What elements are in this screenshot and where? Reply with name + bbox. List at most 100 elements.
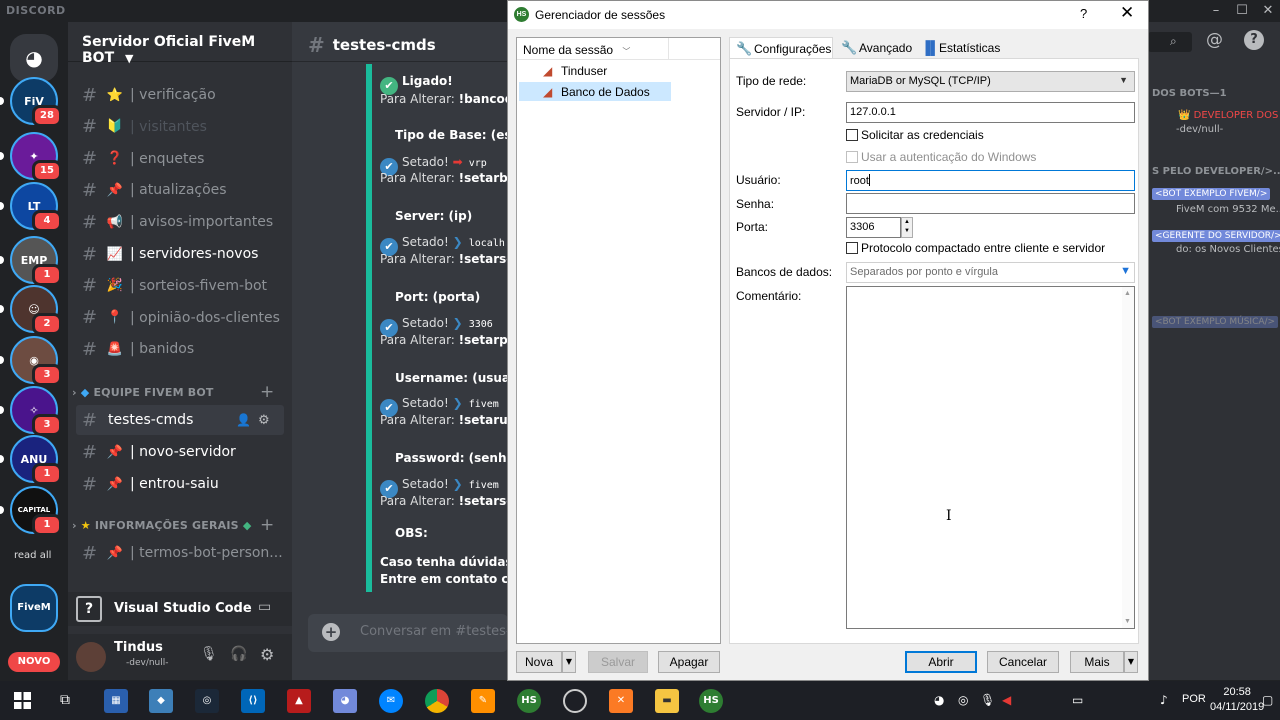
member-entry[interactable]: <BOT EXEMPLO FIVEM/> — [1152, 188, 1271, 200]
close-icon[interactable]: ✕ — [1258, 1, 1278, 21]
messenger-icon[interactable]: ✉ — [379, 689, 403, 713]
add-channel-icon[interactable]: + — [260, 515, 274, 535]
new-badge[interactable]: NOVO — [8, 652, 60, 672]
tab-advanced[interactable]: 🔧 Avançado — [835, 37, 918, 59]
open-button[interactable]: Abrir — [905, 651, 977, 673]
server-icon-server-4[interactable]: EMP 1 — [10, 236, 62, 286]
windows-auth-checkbox[interactable]: Usar a autenticação do Windows — [846, 150, 1036, 166]
windows-start-icon[interactable] — [14, 692, 31, 709]
server-icon-server-5[interactable]: ☺ 2 — [10, 285, 62, 335]
member-entry[interactable]: -dev/null- — [1176, 124, 1223, 135]
category-team[interactable]: › ◆ EQUIPE FIVEM BOT + — [72, 382, 274, 402]
help-button[interactable]: ? — [1080, 6, 1087, 21]
tab-settings[interactable]: 🔧 Configurações — [729, 37, 833, 59]
tree-header[interactable]: Nome da sessão ﹀ — [517, 38, 720, 60]
help-icon[interactable]: ? — [1244, 30, 1264, 50]
prompt-credentials-checkbox[interactable]: Solicitar as credenciais — [846, 128, 984, 144]
channel-item[interactable]: # 🚨 | banidos — [76, 334, 284, 364]
member-entry[interactable]: <BOT EXEMPLO MÚSICA/> — [1152, 316, 1279, 328]
message-input[interactable]: + Conversar em #testes- — [308, 614, 508, 652]
invite-icon[interactable]: 👤 — [236, 413, 251, 427]
password-input[interactable] — [846, 193, 1135, 214]
app-icon-orange[interactable]: ✎ — [471, 689, 495, 713]
more-button[interactable]: Mais — [1070, 651, 1124, 673]
gear-icon[interactable]: ⚙ — [260, 645, 274, 664]
member-entry[interactable]: FiveM com 9532 Me... — [1176, 204, 1280, 215]
vscode-icon[interactable]: ⟨⟩ — [241, 689, 265, 713]
channel-item[interactable]: # ❓ | enquetes — [76, 144, 284, 174]
task-view-icon[interactable]: ⧉ — [60, 692, 70, 708]
port-spinner[interactable]: ▲ ▼ — [901, 217, 913, 238]
tray-mic-icon[interactable]: 🎙 — [980, 693, 995, 707]
app-icon-explorer-alt[interactable]: ▦ — [104, 689, 128, 713]
server-icon-server-2[interactable]: ✦ 15 — [10, 132, 62, 182]
cancel-button[interactable]: Cancelar — [987, 651, 1059, 673]
add-channel-icon[interactable]: + — [260, 382, 274, 402]
server-icon-server-8[interactable]: ANU 1 — [10, 435, 62, 485]
save-button[interactable]: Salvar — [588, 651, 648, 673]
add-attachment-icon[interactable]: + — [322, 623, 340, 641]
server-icon-fivem-bot[interactable]: FiV 28 — [10, 77, 62, 127]
folder-icon[interactable]: ▬ — [655, 689, 679, 713]
server-ip-input[interactable]: 127.0.0.1 — [846, 102, 1135, 123]
member-entry[interactable]: S PELO DEVELOPER/>... — [1152, 166, 1280, 177]
chevron-down-icon[interactable]: ▼ — [1120, 265, 1131, 277]
tray-volume-icon[interactable]: ◀ — [1002, 693, 1011, 707]
member-entry[interactable]: do: os Novos Clientes ... — [1176, 244, 1280, 255]
databases-input[interactable]: Separados por ponto e vírgula ▼ — [846, 262, 1135, 283]
close-button[interactable]: ✕ — [1120, 3, 1134, 23]
channel-item[interactable]: # 📌 | entrou-saiu — [76, 469, 284, 499]
delete-button[interactable]: Apagar — [658, 651, 720, 673]
channel-item[interactable]: # 📈 | servidores-novos — [76, 239, 284, 269]
read-all-button[interactable]: read all — [14, 550, 51, 561]
clock[interactable]: 20:58 04/11/2019 — [1210, 685, 1264, 715]
app-icon-circle[interactable] — [563, 689, 587, 713]
maximize-icon[interactable]: ☐ — [1232, 1, 1252, 21]
more-dropdown-icon[interactable]: ▼ — [1124, 651, 1138, 673]
server-icon-server-7[interactable]: ✧ 3 — [10, 386, 62, 436]
microphone-icon[interactable]: 🎙 — [200, 646, 218, 662]
compressed-protocol-checkbox[interactable]: Protocolo compactado entre cliente e ser… — [846, 241, 1105, 257]
server-icon-server-6[interactable]: ◉ 3 — [10, 336, 62, 386]
session-item[interactable]: ◢ Tinduser — [519, 61, 671, 80]
new-button[interactable]: Nova — [516, 651, 562, 673]
server-icon-server-3[interactable]: LT 4 — [10, 182, 62, 232]
server-icon-home[interactable]: ◕ — [10, 34, 58, 82]
channel-item[interactable]: # 🔰 | visitantes — [76, 112, 284, 142]
member-entry[interactable]: <GERENTE DO SERVIDOR/> — [1152, 230, 1280, 242]
channel-item[interactable]: # 🎉 | sorteios-fivem-bot — [76, 271, 284, 301]
channel-item[interactable]: # ⭐ | verificação — [76, 80, 284, 110]
minimize-icon[interactable]: – — [1206, 1, 1226, 21]
language-indicator[interactable]: POR — [1182, 693, 1206, 705]
heidisql-icon[interactable]: HS — [517, 689, 541, 713]
tab-statistics[interactable]: ▐▌ Estatísticas — [915, 37, 1006, 59]
notification-icon[interactable]: ▢ — [1262, 693, 1273, 707]
tray-discord-icon[interactable]: ◕ — [934, 693, 944, 707]
channel-item[interactable]: # 📌 | atualizações — [76, 175, 284, 205]
discord-icon[interactable]: ◕ — [333, 689, 357, 713]
channel-item[interactable]: # 📢 | avisos-importantes — [76, 207, 284, 237]
headphones-icon[interactable]: 🎧 — [230, 646, 247, 662]
app-icon-red[interactable]: ▲ — [287, 689, 311, 713]
network-type-select[interactable]: MariaDB or MySQL (TCP/IP) ▼ — [846, 71, 1135, 92]
session-item[interactable]: ◢ Banco de Dados — [519, 82, 671, 101]
server-icon-server-9[interactable]: CAPITAL 1 — [10, 486, 62, 536]
channel-item[interactable]: # 📌 | novo-servidor — [76, 437, 284, 467]
member-entry[interactable]: DOS BOTS—1 — [1152, 88, 1227, 99]
gear-icon[interactable]: ⚙ — [258, 413, 270, 428]
tray-network-icon[interactable]: ▭ — [1072, 693, 1083, 707]
user-input[interactable]: root — [846, 170, 1135, 191]
avatar[interactable] — [76, 642, 106, 672]
port-input[interactable]: 3306 — [846, 217, 901, 238]
tray-steam-icon[interactable]: ◎ — [958, 693, 968, 707]
steam-icon[interactable]: ◎ — [195, 689, 219, 713]
category-info[interactable]: › ★ INFORMAÇÕES GERAIS ◆ + — [72, 515, 274, 535]
scrollbar[interactable]: ▲ ▼ — [1122, 287, 1134, 628]
channel-item[interactable]: # testes-cmds 👤 ⚙ — [76, 405, 284, 435]
channel-item[interactable]: # 📌 | termos-bot-person... — [76, 538, 284, 568]
comment-textarea[interactable]: ▲ ▼ — [846, 286, 1135, 629]
member-entry[interactable]: 👑 DEVELOPER DOS B — [1178, 110, 1280, 121]
tray-speaker-icon[interactable]: ♪ — [1160, 693, 1168, 707]
chrome-icon[interactable] — [425, 689, 449, 713]
xampp-icon[interactable]: ✕ — [609, 689, 633, 713]
